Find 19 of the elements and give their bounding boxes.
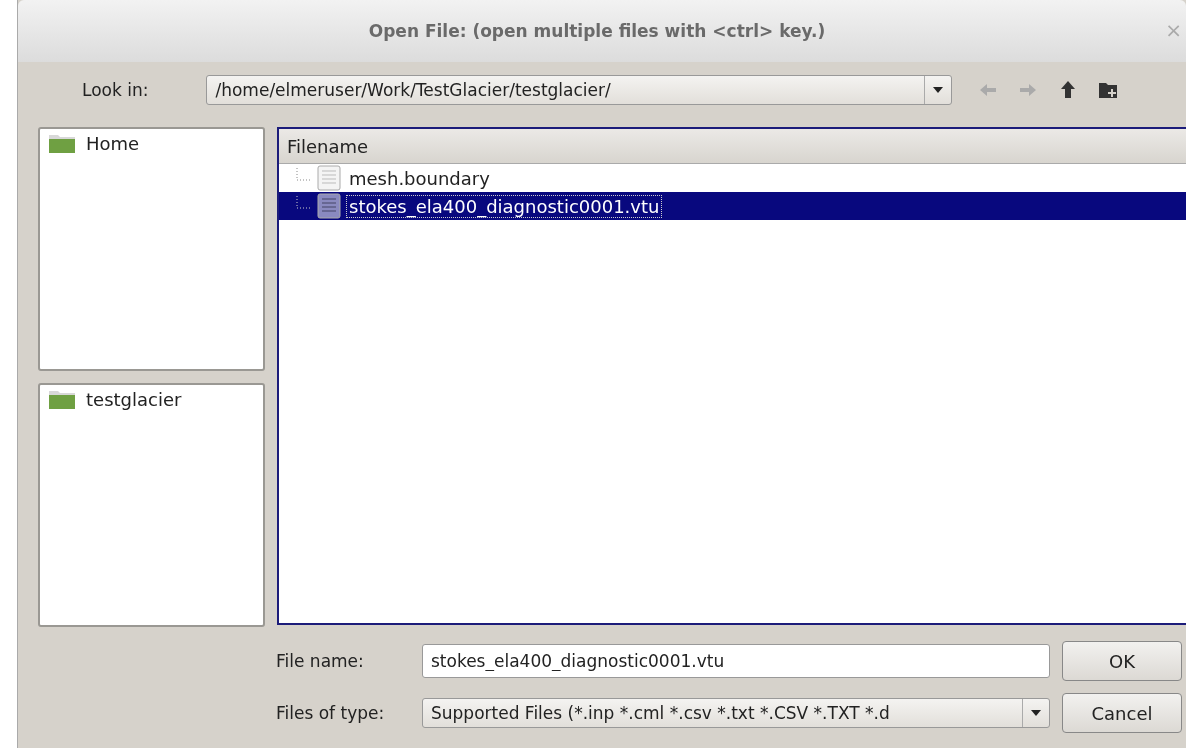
folder-icon bbox=[48, 132, 76, 154]
place-item[interactable]: Home bbox=[86, 132, 140, 154]
caret-icon bbox=[1031, 710, 1041, 716]
cancel-button[interactable]: Cancel bbox=[1062, 693, 1182, 733]
recent-item[interactable]: testglacier bbox=[86, 388, 182, 410]
file-name-field[interactable]: stokes_ela400_diagnostic0001.vtu bbox=[422, 644, 1050, 678]
file-name-label: File name: bbox=[276, 651, 365, 671]
ok-button[interactable]: OK bbox=[1062, 641, 1182, 681]
column-header[interactable]: Filename bbox=[279, 129, 1186, 164]
document-icon bbox=[317, 165, 341, 191]
file-type-dropdown[interactable]: Supported Files (*.inp *.cml *.csv *.txt *.CSV *.TXT *.d bbox=[422, 698, 1050, 728]
document-icon bbox=[317, 193, 341, 219]
file-type-label: Files of type: bbox=[276, 703, 386, 723]
path-dropdown[interactable]: /home/elmeruser/Work/TestGlacier/testglacier/ bbox=[206, 74, 953, 105]
folder-icon bbox=[48, 388, 76, 410]
window-title: Open File: (open multiple files with <ctrl> key.) bbox=[368, 21, 826, 41]
look-in-label: Look in: bbox=[82, 79, 149, 100]
caret-icon bbox=[933, 86, 944, 93]
file-row[interactable]: stokes_ela400_diagnostic0001.vtu bbox=[279, 192, 1186, 220]
